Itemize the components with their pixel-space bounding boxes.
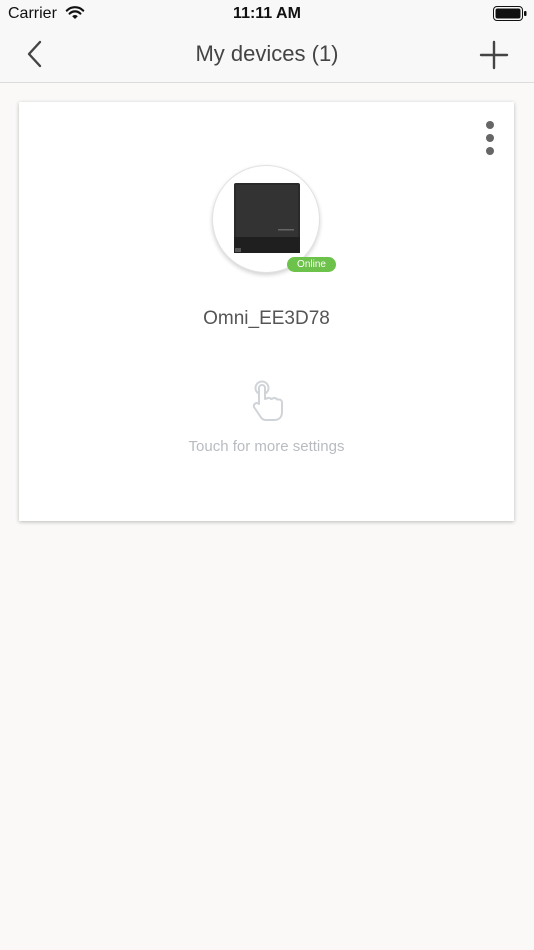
status-badge: Online — [287, 257, 336, 272]
plus-icon — [479, 40, 509, 70]
more-options-button[interactable] — [479, 120, 501, 160]
touch-hand-icon — [249, 380, 285, 427]
device-name: Omni_EE3D78 — [203, 308, 330, 329]
router-device-icon — [234, 183, 300, 253]
status-bar: Carrier 11:11 AM — [0, 0, 534, 28]
more-vertical-icon — [486, 121, 494, 155]
page-title: My devices (1) — [195, 41, 339, 66]
add-device-button[interactable] — [478, 39, 510, 71]
battery-icon — [493, 6, 527, 26]
status-time: 11:11 AM — [233, 5, 301, 22]
device-card[interactable]: Online Omni_EE3D78 Touch for more settin… — [19, 102, 514, 521]
navigation-bar: My devices (1) — [0, 28, 534, 83]
more-settings-hint: Touch for more settings — [188, 438, 345, 455]
